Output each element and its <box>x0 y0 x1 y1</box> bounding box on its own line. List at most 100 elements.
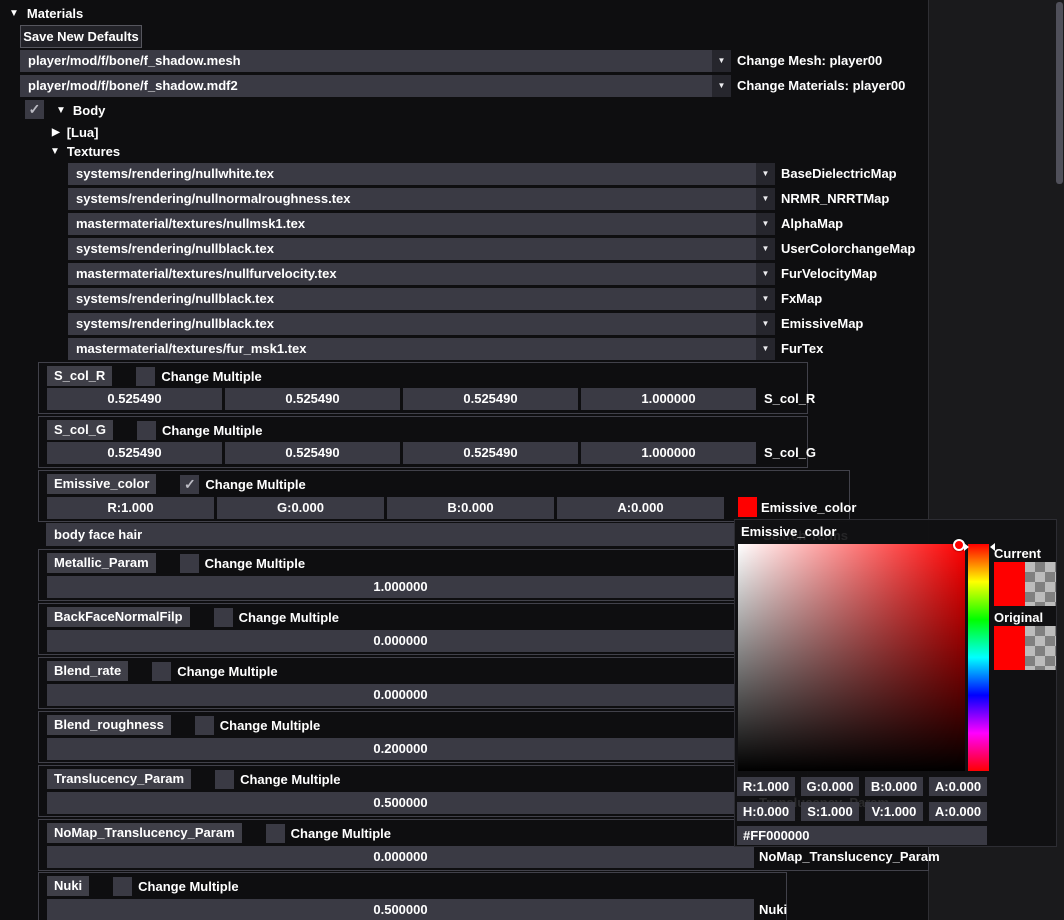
change-multiple-checkbox[interactable] <box>136 367 155 386</box>
hue-slider[interactable] <box>968 544 989 771</box>
float-drag-slider[interactable]: 0.500000 <box>47 792 754 814</box>
current-color-swatch[interactable] <box>994 562 1056 606</box>
vec4-drag-field[interactable]: 0.525490 <box>225 388 400 410</box>
float-drag-slider[interactable]: 0.500000 <box>47 899 754 920</box>
float-drag-slider[interactable]: 0.200000 <box>47 738 754 760</box>
texture-combo[interactable]: systems/rendering/nullblack.tex▼ <box>68 238 775 260</box>
vec4-drag-field[interactable]: 0.525490 <box>403 388 578 410</box>
picker-drag-b[interactable]: B:0.000 <box>865 777 923 796</box>
texture-path-value[interactable]: systems/rendering/nullwhite.tex <box>68 163 756 185</box>
mesh-combo-arrow-button[interactable]: ▼ <box>712 50 731 72</box>
param-name-chip[interactable]: NoMap_Translucency_Param <box>47 823 242 843</box>
float-drag-slider[interactable]: 0.000000 <box>47 846 754 868</box>
saturation-value-square[interactable] <box>738 544 965 771</box>
texture-combo[interactable]: systems/rendering/nullblack.tex▼ <box>68 313 775 335</box>
tree-node-body[interactable]: ▼ Body <box>56 102 105 119</box>
texture-combo-arrow-button[interactable]: ▼ <box>756 338 775 360</box>
vec4-drag-field[interactable]: 1.000000 <box>581 442 756 464</box>
picker-drag-v[interactable]: V:1.000 <box>865 802 923 821</box>
vec4-drag-field[interactable]: 0.525490 <box>403 442 578 464</box>
texture-combo-arrow-button[interactable]: ▼ <box>756 213 775 235</box>
texture-path-value[interactable]: mastermaterial/textures/fur_msk1.tex <box>68 338 756 360</box>
picker-drag-r[interactable]: R:1.000 <box>737 777 795 796</box>
change-multiple-checkbox[interactable] <box>137 421 156 440</box>
change-multiple-checkbox[interactable] <box>113 877 132 896</box>
change-multiple-checkbox[interactable] <box>214 608 233 627</box>
picker-drag-g[interactable]: G:0.000 <box>801 777 859 796</box>
mesh-combo[interactable]: player/mod/f/bone/f_shadow.mesh ▼ <box>20 50 731 72</box>
texture-slot-label: FurVelocityMap <box>781 263 877 285</box>
param-name-chip[interactable]: BackFaceNormalFilp <box>47 607 190 627</box>
texture-combo[interactable]: systems/rendering/nullwhite.tex▼ <box>68 163 775 185</box>
texture-slot-label: AlphaMap <box>781 213 843 235</box>
change-multiple-checkbox[interactable] <box>266 824 285 843</box>
param-name-chip[interactable]: Blend_rate <box>47 661 128 681</box>
color-drag-a[interactable]: A:0.000 <box>557 497 724 519</box>
texture-combo-arrow-button[interactable]: ▼ <box>756 263 775 285</box>
texture-combo[interactable]: mastermaterial/textures/nullfurvelocity.… <box>68 263 775 285</box>
param-name-chip[interactable]: Emissive_color <box>47 474 156 494</box>
texture-combo[interactable]: mastermaterial/textures/fur_msk1.tex▼ <box>68 338 775 360</box>
tree-node-lua[interactable]: ▶ [Lua] <box>52 124 98 141</box>
materials-editor-window: ▼ Materials Save New Defaults player/mod… <box>0 0 1064 920</box>
color-drag-g[interactable]: G:0.000 <box>217 497 384 519</box>
texture-combo-arrow-button[interactable]: ▼ <box>756 313 775 335</box>
texture-path-value[interactable]: mastermaterial/textures/nullfurvelocity.… <box>68 263 756 285</box>
texture-combo-arrow-button[interactable]: ▼ <box>756 288 775 310</box>
texture-path-value[interactable]: systems/rendering/nullblack.tex <box>68 238 756 260</box>
tree-node-label: [Lua] <box>67 125 99 140</box>
texture-combo-arrow-button[interactable]: ▼ <box>756 163 775 185</box>
texture-path-value[interactable]: systems/rendering/nullnormalroughness.te… <box>68 188 756 210</box>
texture-combo-arrow-button[interactable]: ▼ <box>756 188 775 210</box>
color-drag-b[interactable]: B:0.000 <box>387 497 554 519</box>
texture-path-value[interactable]: systems/rendering/nullblack.tex <box>68 313 756 335</box>
tree-node-materials[interactable]: ▼ Materials <box>9 5 83 22</box>
tree-node-label: Textures <box>67 144 120 159</box>
float-drag-slider[interactable]: 1.000000 <box>47 576 754 598</box>
picker-drag-a[interactable]: A:0.000 <box>929 777 987 796</box>
param-right-label: S_col_R <box>764 388 815 410</box>
color-swatch-button[interactable] <box>738 497 757 517</box>
param-name-chip[interactable]: Blend_roughness <box>47 715 171 735</box>
param-name-chip[interactable]: Translucency_Param <box>47 769 191 789</box>
chevron-down-icon: ▼ <box>762 295 770 303</box>
mdf-combo-value[interactable]: player/mod/f/bone/f_shadow.mdf2 <box>20 75 712 97</box>
vertical-scrollbar[interactable] <box>1056 2 1063 184</box>
hex-input[interactable]: #FF000000 <box>737 826 987 845</box>
original-color-swatch[interactable] <box>994 626 1056 670</box>
search-terms-input[interactable]: body face hair <box>46 523 753 546</box>
change-multiple-checkbox[interactable] <box>215 770 234 789</box>
texture-combo[interactable]: mastermaterial/textures/nullmsk1.tex▼ <box>68 213 775 235</box>
vec4-drag-field[interactable]: 1.000000 <box>581 388 756 410</box>
texture-combo[interactable]: systems/rendering/nullnormalroughness.te… <box>68 188 775 210</box>
color-drag-r[interactable]: R:1.000 <box>47 497 214 519</box>
texture-path-value[interactable]: systems/rendering/nullblack.tex <box>68 288 756 310</box>
mesh-combo-value[interactable]: player/mod/f/bone/f_shadow.mesh <box>20 50 712 72</box>
float-drag-slider[interactable]: 0.000000 <box>47 684 754 706</box>
float-drag-slider[interactable]: 0.000000 <box>47 630 754 652</box>
picker-drag-s[interactable]: S:1.000 <box>801 802 859 821</box>
mdf-combo-arrow-button[interactable]: ▼ <box>712 75 731 97</box>
texture-slot-label: BaseDielectricMap <box>781 163 897 185</box>
change-multiple-checkbox[interactable]: ✓ <box>180 475 199 494</box>
picker-drag-a2[interactable]: A:0.000 <box>929 802 987 821</box>
vec4-drag-field[interactable]: 0.525490 <box>47 442 222 464</box>
tree-expanded-icon: ▼ <box>56 106 66 116</box>
change-multiple-checkbox[interactable] <box>180 554 199 573</box>
tree-node-textures[interactable]: ▼ Textures <box>50 143 120 160</box>
param-name-chip[interactable]: Metallic_Param <box>47 553 156 573</box>
picker-drag-h[interactable]: H:0.000 <box>737 802 795 821</box>
vec4-drag-field[interactable]: 0.525490 <box>225 442 400 464</box>
param-name-chip[interactable]: S_col_R <box>47 366 112 386</box>
change-multiple-checkbox[interactable] <box>195 716 214 735</box>
save-new-defaults-button[interactable]: Save New Defaults <box>20 25 142 48</box>
vec4-drag-field[interactable]: 0.525490 <box>47 388 222 410</box>
body-enabled-checkbox[interactable]: ✓ <box>25 100 44 119</box>
texture-combo-arrow-button[interactable]: ▼ <box>756 238 775 260</box>
param-name-chip[interactable]: S_col_G <box>47 420 113 440</box>
change-multiple-checkbox[interactable] <box>152 662 171 681</box>
texture-path-value[interactable]: mastermaterial/textures/nullmsk1.tex <box>68 213 756 235</box>
texture-combo[interactable]: systems/rendering/nullblack.tex ▼ <box>68 288 775 310</box>
param-name-chip[interactable]: Nuki <box>47 876 89 896</box>
mdf-combo[interactable]: player/mod/f/bone/f_shadow.mdf2 ▼ <box>20 75 731 97</box>
